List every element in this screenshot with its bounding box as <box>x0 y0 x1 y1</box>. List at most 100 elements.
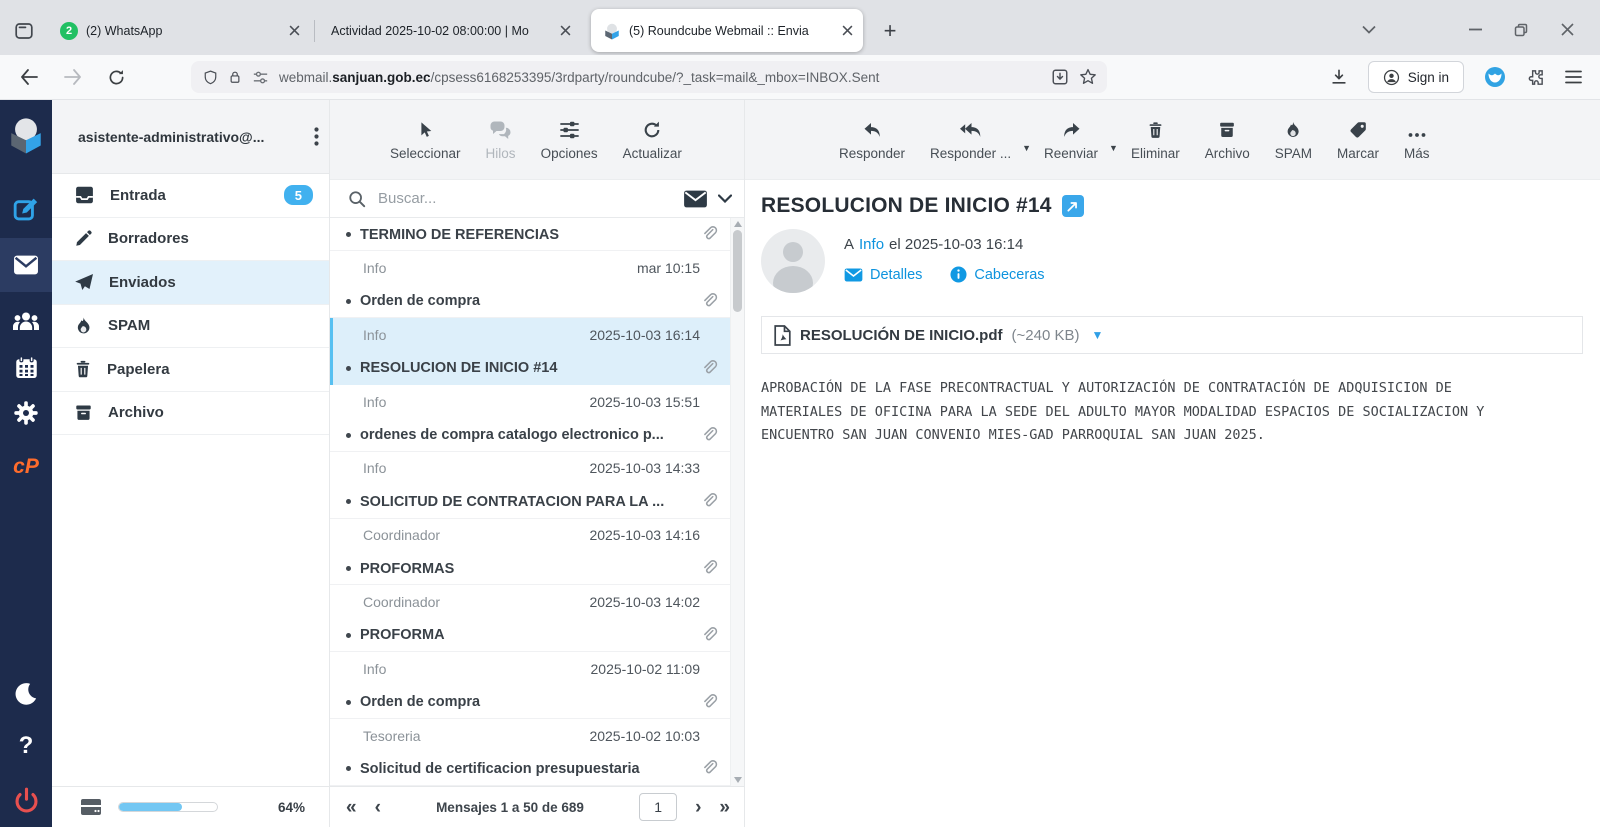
options-button[interactable]: Opciones <box>541 118 598 161</box>
delete-button[interactable]: Eliminar <box>1131 118 1180 161</box>
recipient-link[interactable]: Info <box>859 236 884 253</box>
message-date: 2025-10-03 14:33 <box>589 460 700 476</box>
first-page-button[interactable]: « <box>346 798 357 817</box>
details-toggle[interactable]: Detalles <box>844 267 922 283</box>
reply-all-menu-caret[interactable]: ▼ <box>1022 143 1031 153</box>
reply-icon <box>862 118 883 140</box>
more-button[interactable]: Más <box>1404 118 1430 161</box>
back-button[interactable] <box>20 69 38 85</box>
calendar-nav-button[interactable] <box>0 344 52 390</box>
attachment-paperclip-icon <box>700 626 718 645</box>
message-list-item[interactable]: Info 2025-10-02 11:09 Orden de compra <box>330 652 730 719</box>
lock-icon[interactable] <box>228 69 242 85</box>
open-in-new-window-icon[interactable] <box>1062 195 1084 217</box>
message-list-item[interactable]: Coordinador 2025-10-03 14:16 PROFORMAS <box>330 519 730 586</box>
folder-archivo[interactable]: Archivo <box>52 392 329 436</box>
archive-label: Archivo <box>1205 146 1250 161</box>
reload-button[interactable] <box>108 69 125 86</box>
firefox-view-icon <box>14 21 34 41</box>
folder-spam[interactable]: SPAM <box>52 305 329 349</box>
scroll-up-arrow[interactable] <box>734 221 742 227</box>
menu-hamburger-icon[interactable] <box>1565 70 1582 84</box>
message-list-item[interactable]: Info 2025-10-03 14:33 SOLICITUD DE CONTR… <box>330 452 730 519</box>
new-tab-button[interactable]: + <box>873 14 907 48</box>
firefox-view-button[interactable] <box>0 9 48 52</box>
folder-papelera[interactable]: Papelera <box>52 348 329 392</box>
permissions-icon[interactable] <box>252 70 269 85</box>
search-options-chevron-icon[interactable] <box>718 194 732 203</box>
prev-page-button[interactable]: ‹ <box>375 798 381 817</box>
headers-toggle[interactable]: Cabeceras <box>950 266 1044 283</box>
attachment-row[interactable]: RESOLUCIÓN DE INICIO.pdf (~240 KB) ▼ <box>761 316 1583 354</box>
contacts-nav-button[interactable] <box>0 298 52 344</box>
message-date-text: el 2025-10-03 16:14 <box>889 236 1023 253</box>
signin-button[interactable]: Sign in <box>1368 61 1464 93</box>
bookmark-star-icon[interactable] <box>1079 68 1097 86</box>
shield-icon[interactable] <box>203 69 218 86</box>
message-list-item[interactable]: Info 2025-10-03 15:51 ordenes de compra … <box>330 385 730 452</box>
roundcube-favicon <box>603 22 621 40</box>
folder-entrada[interactable]: Entrada 5 <box>52 174 329 218</box>
mark-label: Marcar <box>1337 146 1379 161</box>
compose-button[interactable] <box>0 186 52 232</box>
cursor-icon <box>416 118 434 140</box>
save-page-icon[interactable] <box>1051 68 1069 86</box>
search-input[interactable] <box>376 189 673 208</box>
help-button[interactable]: ? <box>0 723 52 769</box>
power-icon <box>13 787 40 814</box>
extensions-puzzle-icon[interactable] <box>1526 68 1545 87</box>
minimize-button[interactable] <box>1452 10 1498 50</box>
message-list-item[interactable]: TERMINO DE REFERENCIAS <box>330 218 730 251</box>
reply-all-button[interactable]: Responder ... <box>930 118 1011 161</box>
forward-menu-caret[interactable]: ▼ <box>1109 143 1118 153</box>
message-list-item[interactable]: Info 2025-10-03 16:14 RESOLUCION DE INIC… <box>330 318 730 385</box>
close-window-button[interactable] <box>1544 10 1590 50</box>
attachment-menu-caret[interactable]: ▼ <box>1091 328 1103 342</box>
search-scope-mail-icon[interactable] <box>683 190 708 208</box>
message-list-item[interactable]: Info mar 10:15 Orden de compra <box>330 251 730 318</box>
tab-roundcube-active[interactable]: (5) Roundcube Webmail :: Envia <box>591 9 863 52</box>
archive-button[interactable]: Archivo <box>1205 118 1250 161</box>
list-scrollbar[interactable] <box>730 218 744 786</box>
tab-close-icon[interactable] <box>560 25 571 36</box>
spam-button[interactable]: SPAM <box>1275 118 1312 161</box>
refresh-button[interactable]: Actualizar <box>623 118 682 161</box>
page-number-input[interactable] <box>639 793 677 821</box>
firefox-account-icon[interactable] <box>1484 66 1506 88</box>
last-page-button[interactable]: » <box>719 798 730 817</box>
mark-button[interactable]: Marcar <box>1337 118 1379 161</box>
attachment-name[interactable]: RESOLUCIÓN DE INICIO.pdf <box>800 327 1003 344</box>
url-bar[interactable]: webmail.sanjuan.gob.ec/cpsess6168253395/… <box>191 61 1107 93</box>
tab-close-icon[interactable] <box>289 25 300 36</box>
logout-button[interactable] <box>0 777 52 823</box>
list-all-tabs-button[interactable] <box>1346 10 1392 50</box>
downloads-icon[interactable] <box>1330 68 1348 86</box>
dark-mode-button[interactable] <box>0 671 52 717</box>
settings-nav-button[interactable] <box>0 390 52 436</box>
tab-close-icon[interactable] <box>842 25 853 36</box>
threads-button[interactable]: Hilos <box>486 118 516 161</box>
tab-whatsapp[interactable]: 2 (2) WhatsApp <box>48 9 310 52</box>
forward-button[interactable] <box>64 69 82 85</box>
restore-button[interactable] <box>1498 10 1544 50</box>
cpanel-button[interactable]: cP <box>0 444 52 490</box>
message-list-item[interactable]: Tesoreria 2025-10-02 10:03 Solicitud de … <box>330 719 730 786</box>
next-page-button[interactable]: › <box>695 798 701 817</box>
select-button[interactable]: Seleccionar <box>390 118 461 161</box>
forward-button[interactable]: Reenviar <box>1044 118 1098 161</box>
unread-dot-icon <box>346 499 351 504</box>
folder-enviados-selected[interactable]: Enviados <box>52 261 329 305</box>
account-menu-kebab-icon[interactable] <box>314 127 319 146</box>
scrollbar-thumb[interactable] <box>733 230 742 312</box>
tab-actividad[interactable]: Actividad 2025-10-02 08:00:00 | Mo <box>319 9 581 52</box>
reply-button[interactable]: Responder <box>839 118 905 161</box>
mail-nav-button[interactable] <box>0 238 52 292</box>
gear-icon <box>13 400 39 426</box>
folder-borradores[interactable]: Borradores <box>52 218 329 262</box>
unread-dot-icon <box>346 232 351 237</box>
tab-label: (2) WhatsApp <box>86 24 281 38</box>
scroll-down-arrow[interactable] <box>734 777 742 783</box>
threads-icon <box>489 118 512 140</box>
message-list-item[interactable]: Coordinador 2025-10-03 14:02 PROFORMA <box>330 585 730 652</box>
options-sliders-icon <box>559 118 580 140</box>
